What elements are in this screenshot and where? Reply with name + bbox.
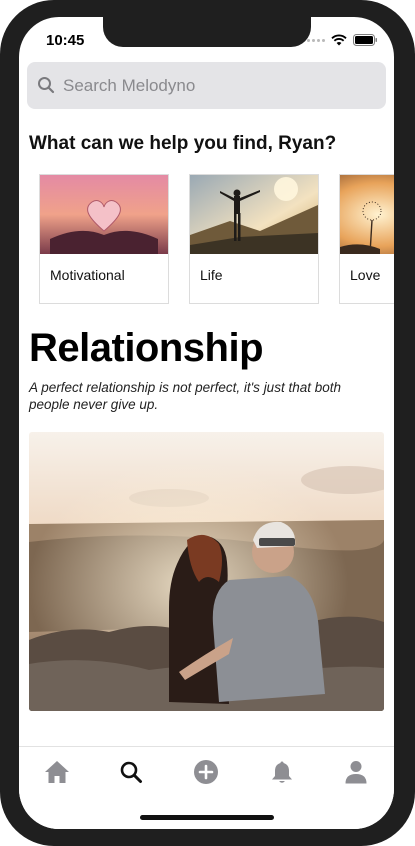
section-heading: What can we help you find, Ryan? (29, 133, 337, 154)
battery-icon (353, 34, 377, 46)
tab-add[interactable] (191, 759, 221, 785)
home-indicator (140, 815, 274, 820)
tab-search[interactable] (116, 759, 146, 785)
search-bar[interactable] (27, 62, 386, 109)
category-card-motivational[interactable]: Motivational (39, 174, 169, 304)
category-carousel[interactable]: Motivational Life Love (39, 174, 394, 306)
category-card-life[interactable]: Life (189, 174, 319, 304)
feature-title: Relationship (29, 326, 264, 370)
category-label: Life (200, 267, 223, 283)
home-icon (45, 761, 69, 783)
device-frame: 10:45 What can we help you find, Ryan? (0, 0, 415, 846)
couple-sunset-image[interactable] (29, 432, 384, 711)
search-input[interactable] (63, 62, 373, 109)
feature-quote: A perfect relationship is not perfect, i… (29, 380, 341, 412)
category-label: Love (350, 267, 381, 283)
screen: 10:45 What can we help you find, Ryan? (19, 17, 394, 829)
category-label: Motivational (50, 267, 125, 283)
category-card-love[interactable]: Love (339, 174, 394, 304)
search-icon (120, 761, 142, 783)
tab-notifications[interactable] (267, 759, 297, 785)
status-time: 10:45 (46, 32, 85, 49)
signal-icon (307, 38, 325, 42)
notch (103, 17, 311, 47)
person-mountain-image (190, 175, 318, 254)
bell-icon (272, 761, 292, 783)
add-icon (194, 760, 218, 784)
tab-home[interactable] (42, 759, 72, 785)
tab-profile[interactable] (341, 759, 371, 785)
dandelion-image (340, 175, 394, 254)
heart-book-image (40, 175, 168, 254)
status-icons (307, 34, 378, 46)
profile-icon (345, 761, 367, 784)
wifi-icon (331, 34, 347, 46)
search-icon (38, 77, 55, 94)
